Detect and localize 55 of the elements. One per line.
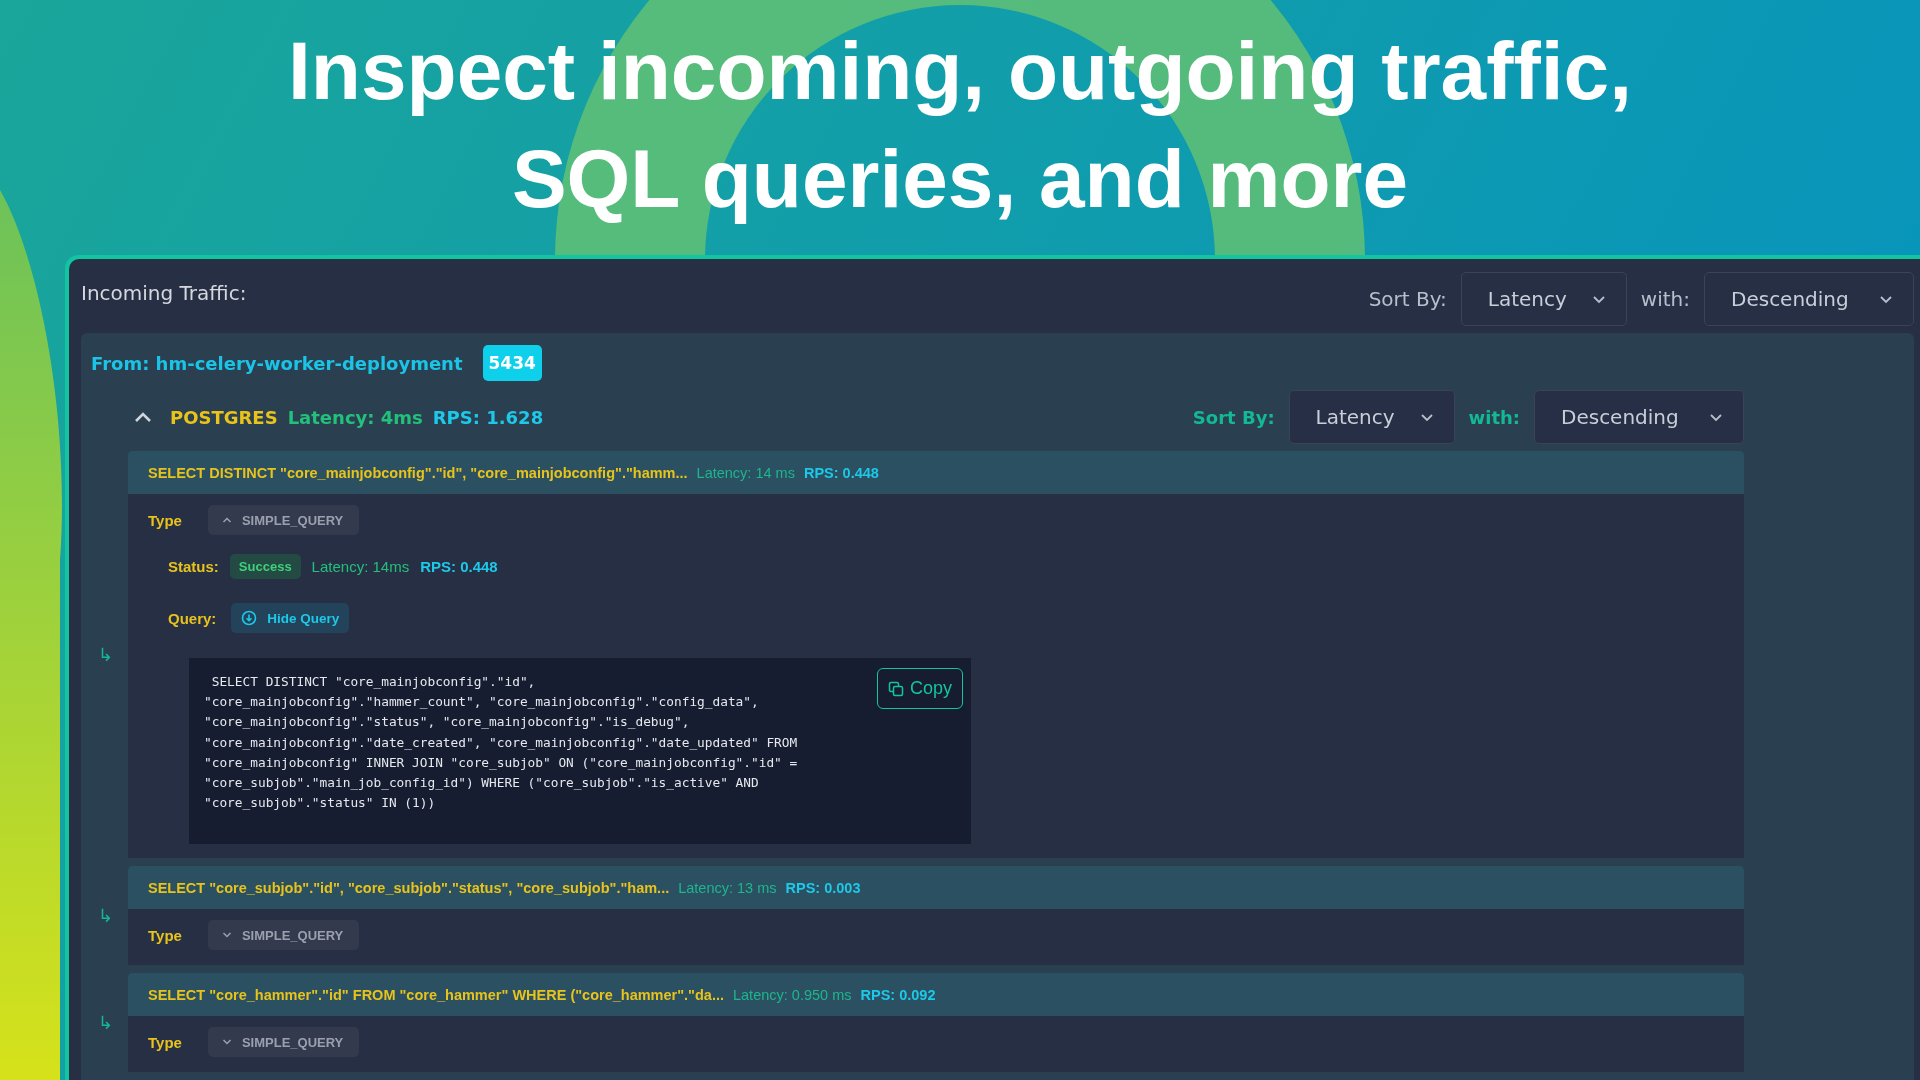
latency-text: Latency: 14ms xyxy=(311,557,410,575)
type-toggle[interactable]: SIMPLE_QUERY xyxy=(207,920,360,950)
port-badge: 5434 xyxy=(482,345,542,381)
latency-text: Latency: 4ms xyxy=(287,406,423,428)
rps-text: RPS: 0.092 xyxy=(860,986,936,1003)
order-label: with: xyxy=(1468,406,1520,428)
chevron-down-icon xyxy=(1591,294,1606,304)
query-label: Query: xyxy=(168,609,217,627)
chevron-down-icon xyxy=(1879,294,1893,304)
query-header[interactable]: SELECT DISTINCT "core_mainjobconfig"."id", "core_mainjobconfig"."hamm... Latency: 14 ms RPS: 0.448 xyxy=(128,451,1744,494)
chevron-down-icon xyxy=(1709,412,1723,422)
headline: Inspect incoming, outgoing traffic, xyxy=(288,23,1632,118)
order-dropdown[interactable]: Descending xyxy=(1534,390,1744,444)
chevron-up-icon[interactable] xyxy=(134,411,152,423)
latency-text: Latency: 13 ms xyxy=(678,879,777,896)
download-icon xyxy=(241,610,258,626)
chevron-down-icon xyxy=(1419,412,1434,422)
source-name: From: hm-celery-worker-deployment xyxy=(91,352,463,374)
query-header[interactable]: SELECT "core_hammer"."id" FROM "core_hammer" WHERE ("core_hammer"."da... Latency: 0.950 ms RPS: 0.092 xyxy=(128,973,1744,1016)
child-marker: ↳ xyxy=(97,1012,114,1033)
type-label: Type xyxy=(148,1033,182,1051)
type-toggle[interactable]: SIMPLE_QUERY xyxy=(207,505,360,535)
sort-dropdown[interactable]: Latency xyxy=(1460,272,1627,326)
type-label: Type xyxy=(148,926,182,944)
service-name: POSTGRES xyxy=(170,406,278,428)
query-header[interactable]: SELECT "core_subjob"."id", "core_subjob"."status", "core_subjob"."ham... Latency: 13 ms RPS: 0.003 xyxy=(128,866,1744,909)
rps-text: RPS: 0.448 xyxy=(803,464,879,481)
query-title: SELECT "core_subjob"."id", "core_subjob"."status", "core_subjob"."ham... xyxy=(148,879,670,896)
copy-button[interactable]: Copy xyxy=(876,668,963,709)
query-title: SELECT "core_hammer"."id" FROM "core_hammer" WHERE ("core_hammer"."da... xyxy=(148,986,724,1003)
child-marker: ↳ xyxy=(97,905,114,926)
chevron-down-icon xyxy=(221,1038,232,1046)
latency-text: Latency: 0.950 ms xyxy=(733,986,852,1003)
sort-label: Sort By: xyxy=(1192,406,1275,428)
panel-title: Incoming Traffic: xyxy=(81,280,247,305)
type-toggle[interactable]: SIMPLE_QUERY xyxy=(207,1027,360,1057)
order-label: with: xyxy=(1640,287,1690,311)
status-badge: Success xyxy=(229,553,301,579)
copy-icon xyxy=(887,680,904,697)
chevron-down-icon xyxy=(221,931,232,939)
latency-text: Latency: 14 ms xyxy=(696,464,795,481)
status-label: Status: xyxy=(168,557,219,575)
headline: SQL queries, and more xyxy=(511,131,1409,226)
chevron-up-icon xyxy=(221,516,232,524)
type-label: Type xyxy=(148,511,182,529)
query-title: SELECT DISTINCT "core_mainjobconfig"."id", "core_mainjobconfig"."hamm... xyxy=(148,464,688,481)
child-marker: ↳ xyxy=(97,644,114,665)
rps-text: RPS: 0.448 xyxy=(420,557,498,575)
order-dropdown[interactable]: Descending xyxy=(1704,272,1914,326)
hide-query-button[interactable]: Hide Query xyxy=(231,603,350,633)
rps-text: RPS: 0.003 xyxy=(785,879,861,896)
sort-label: Sort By: xyxy=(1368,287,1447,311)
sql-code: SELECT DISTINCT "core_mainjobconfig"."id", "core_mainjobconfig"."hammer_count", "core_mainjobconfig"."config_data", "core_mainjobconfig"."status", "core_mainjobconfig"."is_debug", "core_mainjobconfig"."date_created", "core_mainjobconfig"."date_updated" FROM "core_mainjobconfig" INNER JOIN "core_subjob" ON ("core_mainjobconfig"."id" = "core_subjob"."main_job_config_id") WHERE ("core_subjob"."is_active" AND "core_subjob"."status" IN (1)) xyxy=(204,673,798,813)
rps-text: RPS: 1.628 xyxy=(432,406,544,428)
sort-dropdown[interactable]: Latency xyxy=(1288,390,1455,444)
